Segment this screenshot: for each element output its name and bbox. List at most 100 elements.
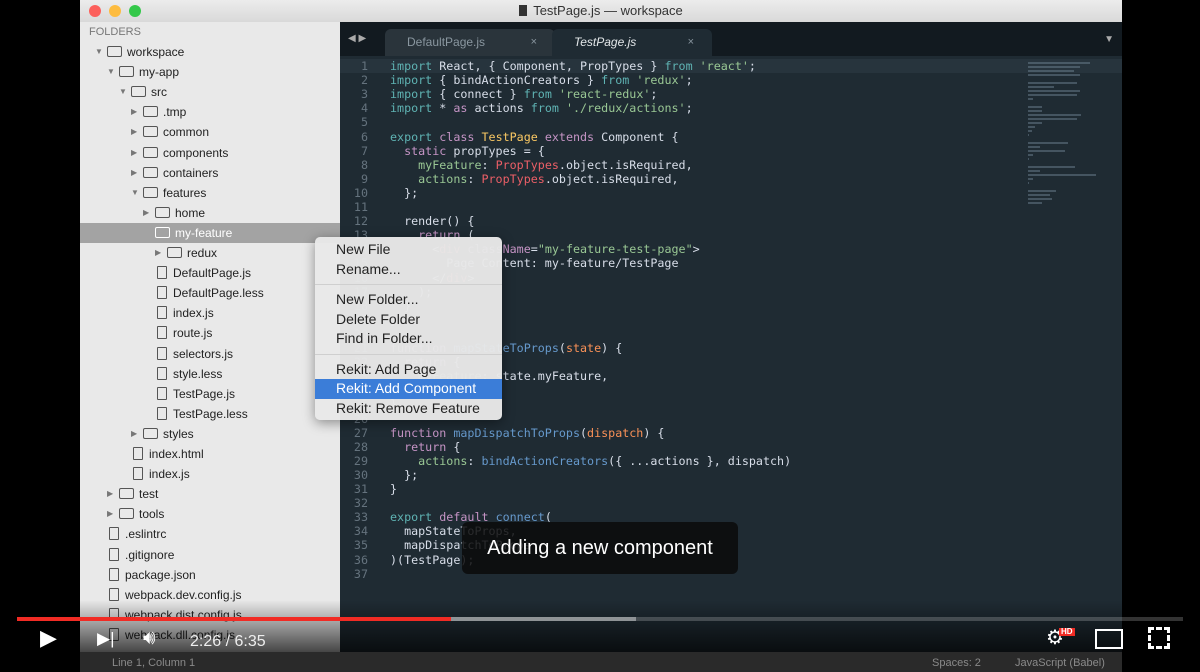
code-token: actions	[390, 171, 468, 186]
menu-item[interactable]: Rekit: Remove Feature	[315, 399, 502, 419]
tree-item-label: selectors.js	[173, 346, 234, 361]
menu-item[interactable]: Rename...	[315, 260, 502, 280]
tree-item[interactable]: ▶ common	[80, 122, 340, 142]
tree-item[interactable]: ▶ styles	[80, 424, 340, 444]
tree-item[interactable]: selectors.js	[80, 344, 340, 364]
code-line: 6 export class TestPage extends Component…	[340, 130, 1122, 144]
tree-item[interactable]: index.js	[80, 303, 340, 323]
tree-item-label: DefaultPage.less	[173, 286, 264, 301]
menu-item[interactable]: Rekit: Add Page	[315, 360, 502, 380]
code-token: };	[390, 467, 419, 482]
code-line: 28 return {	[340, 440, 1122, 454]
disclosure-closed-icon[interactable]: ▶	[131, 424, 137, 444]
tree-item[interactable]: ▶ components	[80, 143, 340, 163]
tree-item[interactable]: ▼ src	[80, 82, 340, 102]
disclosure-closed-icon[interactable]: ▶	[107, 484, 113, 504]
disclosure-open-icon[interactable]: ▼	[107, 62, 115, 82]
disclosure-closed-icon[interactable]: ▶	[131, 143, 137, 163]
tab-dropdown-icon[interactable]: ▼	[1104, 35, 1114, 45]
disclosure-open-icon[interactable]: ▼	[119, 82, 127, 102]
tree-item[interactable]: DefaultPage.js	[80, 263, 340, 283]
syntax-setting[interactable]: JavaScript (Babel)	[1015, 656, 1105, 670]
code-token: :	[481, 157, 496, 172]
code-token: function	[390, 425, 447, 440]
theater-mode-icon[interactable]	[1095, 629, 1123, 649]
progress-bar[interactable]	[17, 617, 1183, 621]
tab-defaultpage[interactable]: DefaultPage.js ×	[385, 29, 555, 56]
code-line: 10 };	[340, 186, 1122, 200]
code-token: propTypes = {	[446, 143, 545, 158]
minimap-line	[1028, 114, 1081, 116]
tab-nav-arrows-icon[interactable]: ◀ ▶	[348, 34, 366, 44]
play-icon[interactable]: ▶	[40, 627, 57, 649]
menu-item[interactable]: Rekit: Add Component	[315, 379, 502, 399]
minimap-line	[1028, 174, 1097, 176]
tree-item[interactable]: route.js	[80, 323, 340, 343]
minimap-line	[1028, 194, 1050, 196]
disclosure-closed-icon[interactable]: ▶	[131, 122, 137, 142]
disclosure-open-icon[interactable]: ▼	[131, 183, 139, 203]
minimize-window-button[interactable]	[109, 5, 121, 17]
close-tab-icon[interactable]: ×	[688, 29, 694, 56]
minimap[interactable]	[1028, 60, 1118, 204]
disclosure-closed-icon[interactable]: ▶	[143, 203, 149, 223]
tab-testpage[interactable]: TestPage.js ×	[552, 29, 712, 56]
file-icon	[157, 386, 167, 400]
code-token: 'react'	[692, 59, 749, 73]
disclosure-closed-icon[interactable]: ▶	[155, 243, 161, 263]
folder-icon	[119, 66, 134, 78]
indentation-setting[interactable]: Spaces: 2	[932, 656, 981, 670]
tree-item[interactable]: ▼ workspace	[80, 42, 340, 62]
tree-item[interactable]: ▼ features	[80, 183, 340, 203]
file-icon	[133, 467, 143, 481]
file-icon	[157, 346, 167, 360]
tree-item[interactable]: ▶ containers	[80, 163, 340, 183]
code-token: dispatch	[587, 425, 644, 440]
folder-icon	[143, 146, 158, 158]
minimap-line	[1028, 190, 1056, 192]
disclosure-closed-icon[interactable]: ▶	[131, 163, 137, 183]
disclosure-closed-icon[interactable]: ▶	[107, 504, 113, 524]
line-code: myFeature: PropTypes.object.isRequired,	[390, 157, 692, 172]
next-icon[interactable]: ▶|	[97, 630, 115, 647]
code-line: 4 import * as actions from './redux/actio…	[340, 101, 1122, 115]
tree-item[interactable]: ▼ my-app	[80, 62, 340, 82]
minimap-line	[1028, 130, 1032, 132]
code-line: 1 import React, { Component, PropTypes } …	[340, 59, 1122, 74]
menu-item[interactable]: New Folder...	[315, 290, 502, 310]
tree-item[interactable]: ▶ test	[80, 484, 340, 504]
close-window-button[interactable]	[89, 5, 101, 17]
tree-item[interactable]: ▶ .tmp	[80, 102, 340, 122]
code-line: 32	[340, 496, 1122, 510]
code-token: return	[390, 439, 447, 454]
volume-icon[interactable]: 🔊︎	[143, 628, 156, 648]
tree-item[interactable]: TestPage.less	[80, 404, 340, 424]
code-token: (	[580, 425, 588, 440]
minimap-line	[1028, 62, 1091, 64]
tree-item[interactable]: TestPage.js	[80, 384, 340, 404]
disclosure-closed-icon[interactable]: ▶	[131, 102, 137, 122]
tree-item[interactable]: .gitignore	[80, 545, 340, 565]
folder-icon	[167, 247, 182, 258]
code-token: ) {	[601, 341, 623, 355]
tree-item[interactable]: index.js	[80, 464, 340, 484]
tree-item[interactable]: ▶ tools	[80, 504, 340, 524]
fullscreen-icon[interactable]	[1148, 627, 1170, 649]
zoom-window-button[interactable]	[129, 5, 141, 17]
tree-item[interactable]: package.json	[80, 565, 340, 585]
tree-item[interactable]: style.less	[80, 364, 340, 384]
folder-icon	[119, 508, 134, 520]
tree-item[interactable]: ▶ redux	[80, 243, 340, 263]
disclosure-open-icon[interactable]: ▼	[95, 42, 103, 62]
tree-item[interactable]: ▶ home	[80, 203, 340, 223]
tree-item[interactable]: my-feature	[80, 222, 340, 243]
code-token: =	[530, 242, 538, 257]
menu-item[interactable]: New File	[315, 240, 502, 260]
tree-item[interactable]: DefaultPage.less	[80, 283, 340, 303]
tree-item[interactable]: .eslintrc	[80, 524, 340, 544]
tree-item[interactable]: index.html	[80, 444, 340, 464]
menu-item[interactable]: Delete Folder	[315, 310, 502, 330]
menu-item[interactable]: Find in Folder...	[315, 329, 502, 349]
line-number: 6	[360, 129, 368, 144]
close-tab-icon[interactable]: ×	[531, 29, 537, 56]
